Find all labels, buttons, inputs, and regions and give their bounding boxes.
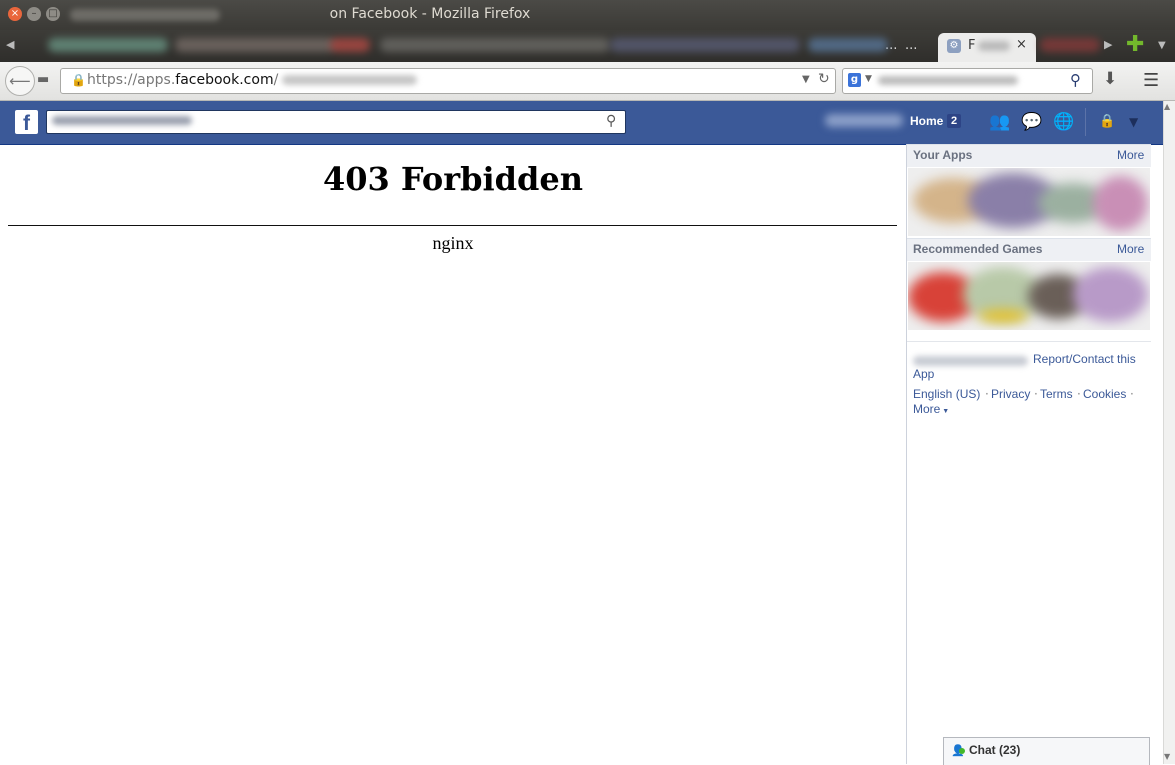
redacted-search-text xyxy=(878,76,1018,85)
redacted-tab-title xyxy=(978,41,1010,51)
url-prefix: https://apps. xyxy=(87,72,176,88)
menu-icon[interactable]: ☰ xyxy=(1143,70,1159,91)
recommended-games-title: Recommended Games xyxy=(913,242,1043,256)
online-status-dot xyxy=(959,748,965,754)
tab-redacted[interactable] xyxy=(610,38,800,52)
footer-terms-link[interactable]: Terms xyxy=(1040,387,1073,401)
banner-blur xyxy=(1093,176,1148,231)
redacted-search-query xyxy=(52,116,192,125)
banner-blur xyxy=(978,310,1028,322)
privacy-shortcuts-icon[interactable]: 🔒 xyxy=(1099,114,1115,129)
recommended-game-banner[interactable] xyxy=(908,262,1150,330)
tab-redacted[interactable] xyxy=(175,38,335,52)
friend-requests-icon[interactable]: 👥 xyxy=(989,112,1010,132)
horizontal-rule xyxy=(8,225,897,226)
header-divider xyxy=(1085,108,1086,136)
footer-more-label: More xyxy=(913,402,941,416)
tab-scroll-left-icon[interactable]: ◀ xyxy=(6,38,14,51)
report-contact-link[interactable]: Report/Contact this xyxy=(1033,352,1136,366)
tab-ellipsis: ... xyxy=(905,38,918,53)
footer-more-link[interactable]: More ▼ xyxy=(913,402,949,416)
tab-redacted[interactable] xyxy=(808,38,888,52)
gear-icon: ⚙ xyxy=(947,39,961,53)
scroll-up-icon[interactable]: ▲ xyxy=(1164,102,1170,111)
window-title: on Facebook - Mozilla Firefox xyxy=(329,6,531,22)
server-name: nginx xyxy=(432,233,474,253)
footer-language-link[interactable]: English (US) xyxy=(913,387,980,401)
messages-icon[interactable]: 💬 xyxy=(1021,112,1042,132)
your-app-banner[interactable] xyxy=(908,168,1150,236)
tab-redacted[interactable] xyxy=(330,38,370,52)
redacted-url-path xyxy=(282,75,417,85)
url-domain: facebook.com xyxy=(175,72,274,88)
tab-list-chevron-icon[interactable]: ▼ xyxy=(1158,40,1166,51)
sidebar-separator xyxy=(907,341,1151,342)
home-link[interactable]: Home xyxy=(910,114,943,128)
notifications-globe-icon[interactable]: 🌐 xyxy=(1053,112,1074,132)
search-icon[interactable]: ⚲ xyxy=(1070,71,1081,89)
url-path: / xyxy=(273,72,279,88)
redacted-profile-link[interactable] xyxy=(825,114,903,127)
url-text[interactable]: https://apps.facebook.com/ xyxy=(87,72,278,88)
tab-active-title: F xyxy=(968,38,976,53)
lock-icon[interactable]: 🔒 xyxy=(71,73,86,87)
back-button[interactable]: ⟵ xyxy=(5,66,35,96)
facebook-logo-icon[interactable]: f xyxy=(15,110,38,134)
home-count-badge: 2 xyxy=(947,114,962,128)
footer-dot: · xyxy=(1034,387,1038,401)
tab-redacted[interactable] xyxy=(1040,38,1100,52)
google-icon[interactable]: g xyxy=(848,73,861,87)
tab-close-icon[interactable]: × xyxy=(1016,37,1027,52)
banner-blur xyxy=(1073,267,1148,322)
new-tab-button[interactable]: ✚ xyxy=(1126,32,1144,57)
footer-privacy-link[interactable]: Privacy xyxy=(991,387,1030,401)
facebook-search-icon[interactable]: ⚲ xyxy=(606,113,616,129)
footer-cookies-link[interactable]: Cookies xyxy=(1083,387,1126,401)
scroll-down-icon[interactable]: ▼ xyxy=(1164,752,1170,761)
recommended-games-more-link[interactable]: More xyxy=(1117,242,1144,256)
reload-icon[interactable]: ↻ xyxy=(818,71,830,87)
redacted-app-owner[interactable] xyxy=(913,356,1028,366)
your-apps-title: Your Apps xyxy=(913,148,973,162)
report-contact-link-continued[interactable]: App xyxy=(913,367,934,381)
download-icon[interactable]: ⬇ xyxy=(1103,69,1117,89)
footer-dot: · xyxy=(1077,387,1081,401)
tab-scroll-right-icon[interactable]: ▶ xyxy=(1104,38,1112,51)
your-apps-more-link[interactable]: More xyxy=(1117,148,1144,162)
url-history-dropdown-icon[interactable]: ▼ xyxy=(802,74,810,85)
page-title: 403 Forbidden xyxy=(322,160,583,198)
chevron-down-icon: ▼ xyxy=(940,408,950,415)
right-column xyxy=(907,144,1150,764)
tab-redacted[interactable] xyxy=(48,38,168,52)
account-menu-chevron-icon[interactable]: ▼ xyxy=(1129,115,1138,129)
footer-dot: · xyxy=(985,387,989,401)
chat-label: Chat (23) xyxy=(969,743,1021,757)
search-engine-chevron-icon[interactable]: ▼ xyxy=(865,74,872,84)
tab-redacted[interactable] xyxy=(380,38,610,52)
page-scrollbar[interactable] xyxy=(1163,101,1175,764)
history-icon[interactable]: ▬ xyxy=(37,72,49,87)
footer-dot: · xyxy=(1130,387,1134,401)
